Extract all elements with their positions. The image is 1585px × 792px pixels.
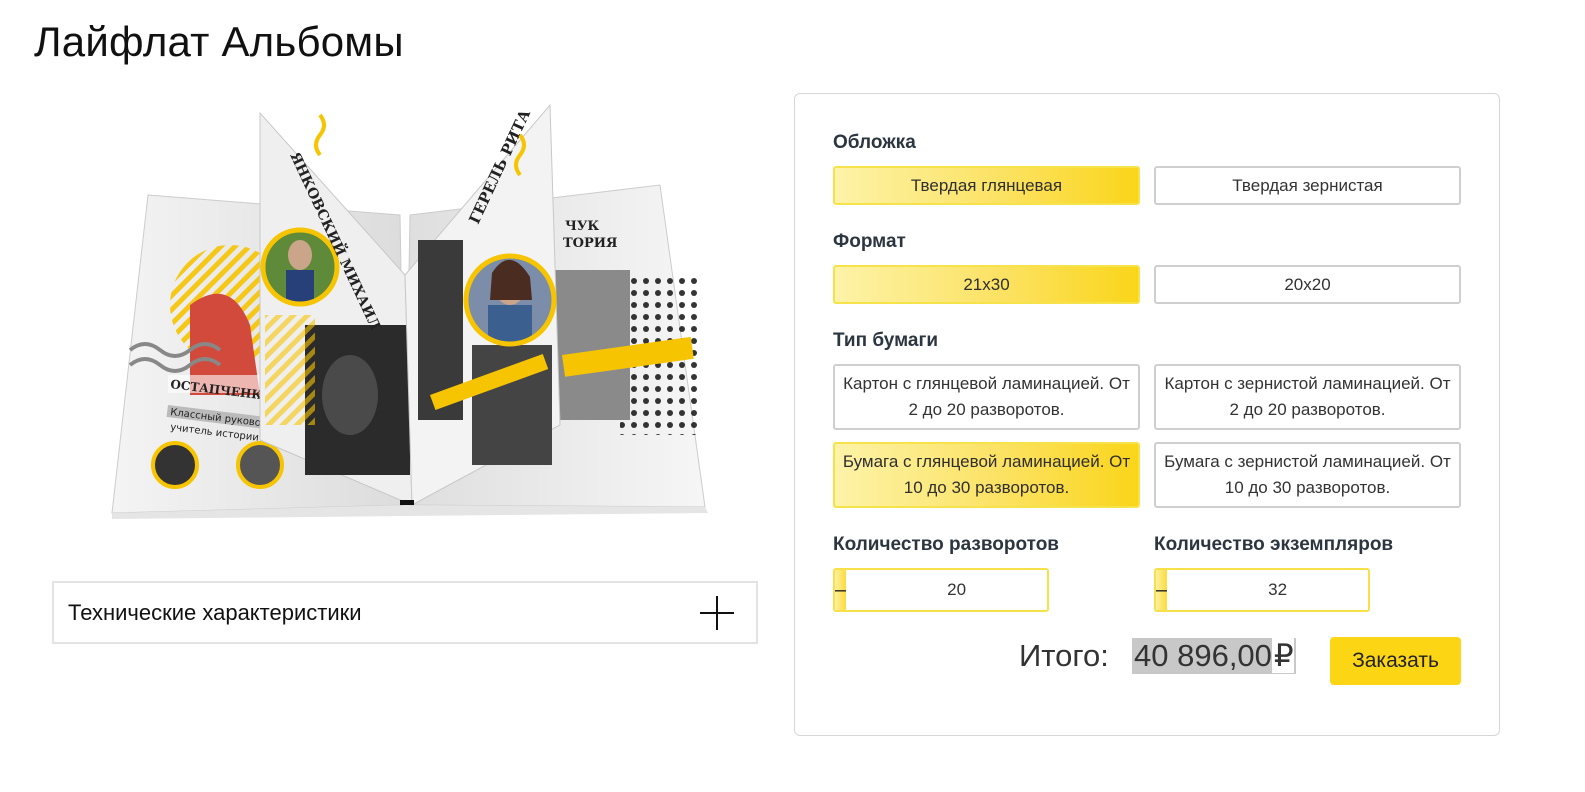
- total-value: 40 896,00₽: [1132, 638, 1296, 674]
- format-section-title: Формат: [833, 231, 906, 252]
- total-label: Итого:: [1019, 638, 1109, 673]
- product-image: ОСТАПЧЕНКО ТАТЬЯНА МИХАЙЛОВНА Классный р…: [111, 103, 708, 519]
- cover-option-grain[interactable]: Твердая зернистая: [1154, 166, 1461, 205]
- currency-symbol: ₽: [1271, 638, 1294, 673]
- album-flip-page-right: ГЕРЕЛЬ РИТА: [404, 103, 561, 506]
- tech-specs-label: Технические характеристики: [68, 599, 362, 625]
- svg-text:ТОРИЯ: ТОРИЯ: [563, 236, 618, 251]
- paper-section-title: Тип бумаги: [833, 330, 939, 351]
- format-option-20x20[interactable]: 20x20: [1154, 265, 1461, 304]
- total-amount: 40 896,00: [1134, 638, 1272, 673]
- paper-option-paper-glossy[interactable]: Бумага с глянцевой ламинацией. От 10 до …: [833, 442, 1140, 508]
- cover-option-glossy[interactable]: Твердая глянцевая: [833, 166, 1140, 205]
- order-button[interactable]: Заказать: [1330, 637, 1461, 685]
- paper-option-cardboard-grain[interactable]: Картон с зернистой ламинацией. От 2 до 2…: [1154, 364, 1461, 430]
- plus-icon[interactable]: [700, 595, 734, 630]
- spreads-decrement-button[interactable]: –: [835, 570, 847, 610]
- spreads-input[interactable]: [846, 570, 1047, 610]
- cover-section-title: Обложка: [833, 132, 916, 153]
- format-option-21x30[interactable]: 21x30: [833, 265, 1140, 304]
- paper-option-paper-grain[interactable]: Бумага с зернистой ламинацией. От 10 до …: [1154, 442, 1461, 508]
- spreads-stepper: – +: [833, 568, 1049, 612]
- copies-decrement-button[interactable]: –: [1156, 570, 1168, 610]
- tech-specs-accordion[interactable]: Технические характеристики: [52, 581, 758, 644]
- copies-input[interactable]: [1167, 570, 1368, 610]
- copies-stepper: – +: [1154, 568, 1370, 612]
- copies-section-title: Количество экземпляров: [1154, 534, 1394, 555]
- order-options-panel: Обложка Твердая глянцевая Твердая зернис…: [794, 93, 1500, 736]
- svg-text:ЧУК: ЧУК: [565, 219, 599, 234]
- album-flip-page-left: ЯНКОВСКИЙ МИХАИЛ: [259, 111, 413, 506]
- page-title: Лайфлат Альбомы: [34, 18, 404, 65]
- spreads-section-title: Количество разворотов: [833, 534, 1059, 555]
- paper-option-cardboard-glossy[interactable]: Картон с глянцевой ламинацией. От 2 до 2…: [833, 364, 1140, 430]
